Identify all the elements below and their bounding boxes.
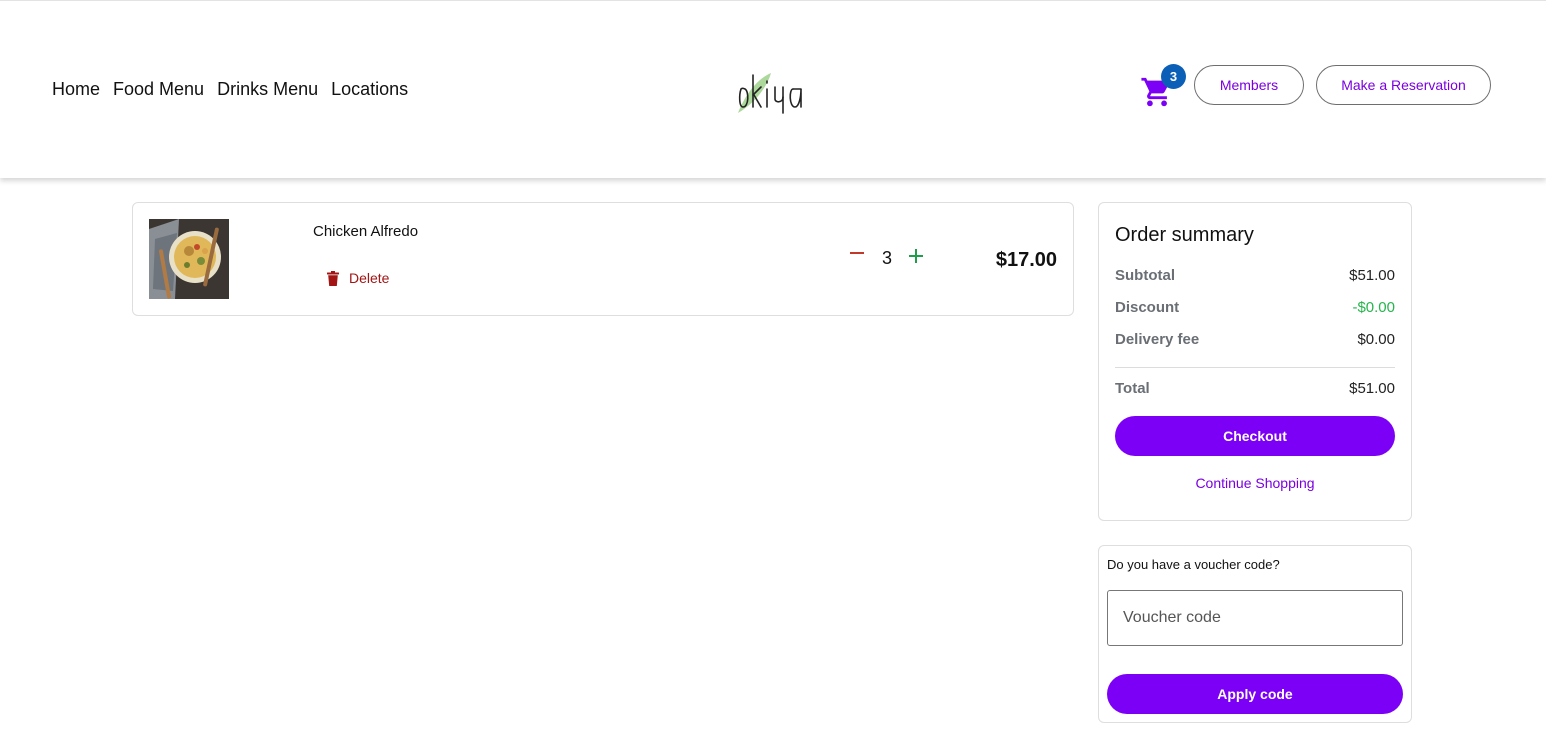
discount-row: Discount -$0.00: [1115, 299, 1395, 316]
total-row: Total $51.00: [1115, 380, 1395, 397]
order-summary-title: Order summary: [1115, 224, 1254, 246]
main-nav: Home Food Menu Drinks Menu Locations: [52, 79, 421, 100]
voucher-code-input[interactable]: [1107, 590, 1403, 646]
checkout-button[interactable]: Checkout: [1115, 416, 1395, 456]
trash-icon: [327, 270, 339, 286]
delete-item-button[interactable]: Delete: [327, 270, 389, 286]
item-price: $17.00: [995, 249, 1057, 271]
nav-food-menu[interactable]: Food Menu: [113, 79, 204, 100]
nav-home[interactable]: Home: [52, 79, 100, 100]
subtotal-value: $51.00: [1349, 267, 1395, 284]
plus-icon: [909, 249, 923, 263]
subtotal-label: Subtotal: [1115, 267, 1175, 284]
site-header: Home Food Menu Drinks Menu Locations 3 M…: [0, 0, 1546, 178]
subtotal-row: Subtotal $51.00: [1115, 267, 1395, 284]
voucher-card: Do you have a voucher code? Apply code: [1098, 545, 1412, 723]
nav-locations[interactable]: Locations: [331, 79, 408, 100]
okiya-logo[interactable]: [735, 67, 815, 117]
delivery-fee-label: Delivery fee: [1115, 331, 1200, 348]
chicken-alfredo-image: [149, 219, 229, 299]
leaf-logo-icon: [738, 73, 802, 114]
increase-quantity-button[interactable]: [906, 246, 926, 266]
discount-label: Discount: [1115, 299, 1180, 316]
voucher-question: Do you have a voucher code?: [1107, 557, 1280, 572]
cart-count-badge: 3: [1161, 64, 1186, 89]
nav-drinks-menu[interactable]: Drinks Menu: [217, 79, 318, 100]
quantity-value: 3: [881, 248, 892, 268]
cart-item-card: Chicken Alfredo Delete 3 $17.00: [132, 202, 1074, 316]
total-value: $51.00: [1349, 380, 1395, 397]
total-label: Total: [1115, 380, 1150, 397]
discount-value: -$0.00: [1352, 299, 1395, 316]
order-summary-card: Order summary Subtotal $51.00 Discount -…: [1098, 202, 1412, 521]
minus-icon: [850, 252, 864, 254]
members-button[interactable]: Members: [1194, 65, 1304, 105]
summary-divider: [1115, 367, 1395, 368]
apply-code-button[interactable]: Apply code: [1107, 674, 1403, 714]
delete-label: Delete: [349, 270, 390, 286]
delivery-fee-value: $0.00: [1357, 331, 1395, 348]
make-reservation-button[interactable]: Make a Reservation: [1316, 65, 1491, 105]
item-name: Chicken Alfredo: [313, 223, 419, 240]
decrease-quantity-button[interactable]: [847, 243, 867, 263]
continue-shopping-link[interactable]: Continue Shopping: [1115, 475, 1395, 491]
delivery-fee-row: Delivery fee $0.00: [1115, 331, 1395, 348]
